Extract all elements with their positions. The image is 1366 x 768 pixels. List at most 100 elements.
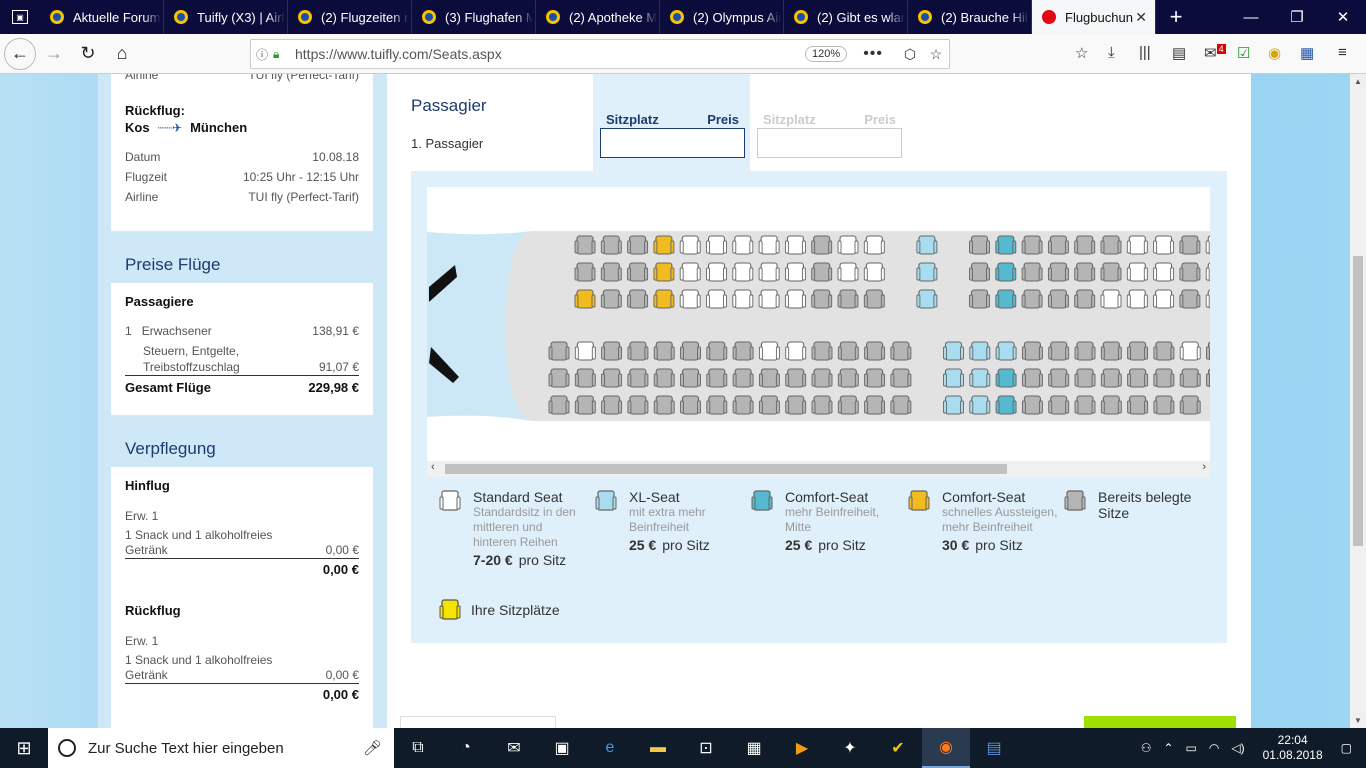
scroll-down-icon[interactable]: ▼ [1350,716,1366,725]
grid-extension-icon[interactable]: ▦ [1300,44,1314,62]
available-seat[interactable] [706,289,727,309]
back-button[interactable]: ← [4,37,36,70]
page-scroll-thumb[interactable] [1353,256,1363,546]
check-extension-icon[interactable]: ☑ [1237,44,1250,62]
browser-tab[interactable]: (2) Flugzeiten n [288,0,412,34]
outbound-seat-field[interactable] [600,128,745,158]
available-seat[interactable] [995,289,1017,309]
available-seat[interactable] [758,341,780,361]
available-seat[interactable] [653,262,675,282]
browser-tab[interactable]: (2) Brauche Hilf [908,0,1032,34]
available-seat[interactable] [916,289,938,309]
available-seat[interactable] [784,262,806,282]
available-seat[interactable] [784,289,806,309]
available-seat[interactable] [679,235,701,255]
task-view-icon[interactable]: ⧉ [394,728,442,768]
available-seat[interactable] [706,262,727,282]
continue-button[interactable] [1084,716,1236,728]
available-seat[interactable] [969,395,991,415]
available-seat[interactable] [943,341,964,361]
scroll-left-icon[interactable]: ‹ [431,461,435,473]
mail-app-icon[interactable]: ✉ [490,728,538,768]
available-seat[interactable] [1153,262,1175,282]
available-seat[interactable] [837,235,859,255]
available-seat[interactable] [995,235,1017,255]
taskbar-search-box[interactable]: Zur Suche Text hier eingeben 🎤︎ [48,728,394,768]
available-seat[interactable] [995,262,1017,282]
zoom-level[interactable]: 120% [805,46,848,62]
windows-start-icon[interactable]: ⊞ [0,738,48,759]
photos-app-icon[interactable]: ▣ [538,728,586,768]
gauge-app-icon[interactable]: ◔ [442,728,490,768]
available-seat[interactable] [943,395,964,415]
available-seat[interactable] [758,235,780,255]
close-tab-icon[interactable]: ✕ [1135,9,1147,26]
bookmarks-icon[interactable]: ☆ [1075,44,1088,62]
microphone-icon[interactable]: 🎤︎ [363,739,382,757]
scroll-thumb[interactable] [445,464,1007,474]
forward-button[interactable]: → [38,38,70,70]
available-seat[interactable] [785,341,807,361]
available-seat[interactable] [574,289,596,309]
menu-icon[interactable]: ≡ [1338,44,1347,61]
people-icon[interactable]: ⚇ [1141,741,1152,755]
volume-icon[interactable]: ◁) [1231,741,1244,755]
browser-tab[interactable]: (2) Gibt es wlan [784,0,908,34]
available-seat[interactable] [1100,289,1122,309]
file-explorer-icon[interactable]: ▬ [634,728,682,768]
available-seat[interactable] [679,262,701,282]
compass-app-icon[interactable]: ✦ [826,728,874,768]
available-seat[interactable] [863,235,885,255]
available-seat[interactable] [916,235,938,255]
library-icon[interactable]: ||| [1139,44,1151,61]
clock[interactable]: 22:04 01.08.2018 [1263,733,1323,763]
available-seat[interactable] [943,368,964,388]
browser-tab[interactable]: Aktuelle Forum [40,0,164,34]
browser-tab[interactable]: Tuifly (X3) | Airl [164,0,288,34]
available-seat[interactable] [916,262,938,282]
calculator-icon[interactable]: ▦ [730,728,778,768]
available-seat[interactable] [969,341,991,361]
available-seat[interactable] [653,235,675,255]
action-center-icon[interactable]: ▢ [1341,741,1352,755]
battery-icon[interactable]: ▭ [1186,741,1197,755]
close-window-icon[interactable]: ✕ [1320,0,1366,34]
url-bar[interactable]: ⓘ 🔒︎ https://www.tuifly.com/Seats.aspx 1… [250,39,950,69]
available-seat[interactable] [995,368,1017,388]
available-seat[interactable] [758,262,780,282]
bottom-tab[interactable] [400,716,556,728]
available-seat[interactable] [863,262,885,282]
pocket-icon[interactable]: ⬡ [897,46,923,63]
page-scrollbar[interactable]: ▲ ▼ [1350,74,1366,728]
available-seat[interactable] [732,262,754,282]
available-seat[interactable] [1126,235,1148,255]
edge-icon[interactable]: e [586,728,634,768]
url-text[interactable]: https://www.tuifly.com/Seats.aspx [291,46,805,62]
available-seat[interactable] [1179,341,1201,361]
reload-button[interactable]: ↻ [72,38,104,70]
available-seat[interactable] [758,289,780,309]
available-seat[interactable] [732,289,754,309]
tab-overview-icon[interactable]: ▣ [0,0,40,34]
store-icon[interactable]: ⊡ [682,728,730,768]
bookmark-star-icon[interactable]: ☆ [923,46,949,63]
available-seat[interactable] [1126,289,1148,309]
browser-tab[interactable]: Flugbuchun ✕ [1032,0,1156,34]
available-seat[interactable] [574,341,596,361]
info-icon[interactable]: ⓘ [251,46,273,63]
available-seat[interactable] [732,235,754,255]
browser-tab[interactable]: (3) Flughafen M [412,0,536,34]
browser-tab[interactable]: (2) Apotheke M [536,0,660,34]
new-tab-button[interactable]: + [1156,0,1196,34]
browser-tab[interactable]: (2) Olympus Air [660,0,784,34]
available-seat[interactable] [1153,289,1175,309]
available-seat[interactable] [653,289,675,309]
return-seat-field[interactable] [757,128,902,158]
available-seat[interactable] [969,368,991,388]
document-app-icon[interactable]: ▤ [970,728,1018,768]
mail-icon[interactable]: ✉ 4 [1204,44,1226,62]
firefox-icon[interactable]: ◉ [922,728,970,768]
tray-expand-icon[interactable]: ⌃ [1163,741,1173,755]
scroll-up-icon[interactable]: ▲ [1350,77,1366,86]
available-seat[interactable] [995,395,1017,415]
